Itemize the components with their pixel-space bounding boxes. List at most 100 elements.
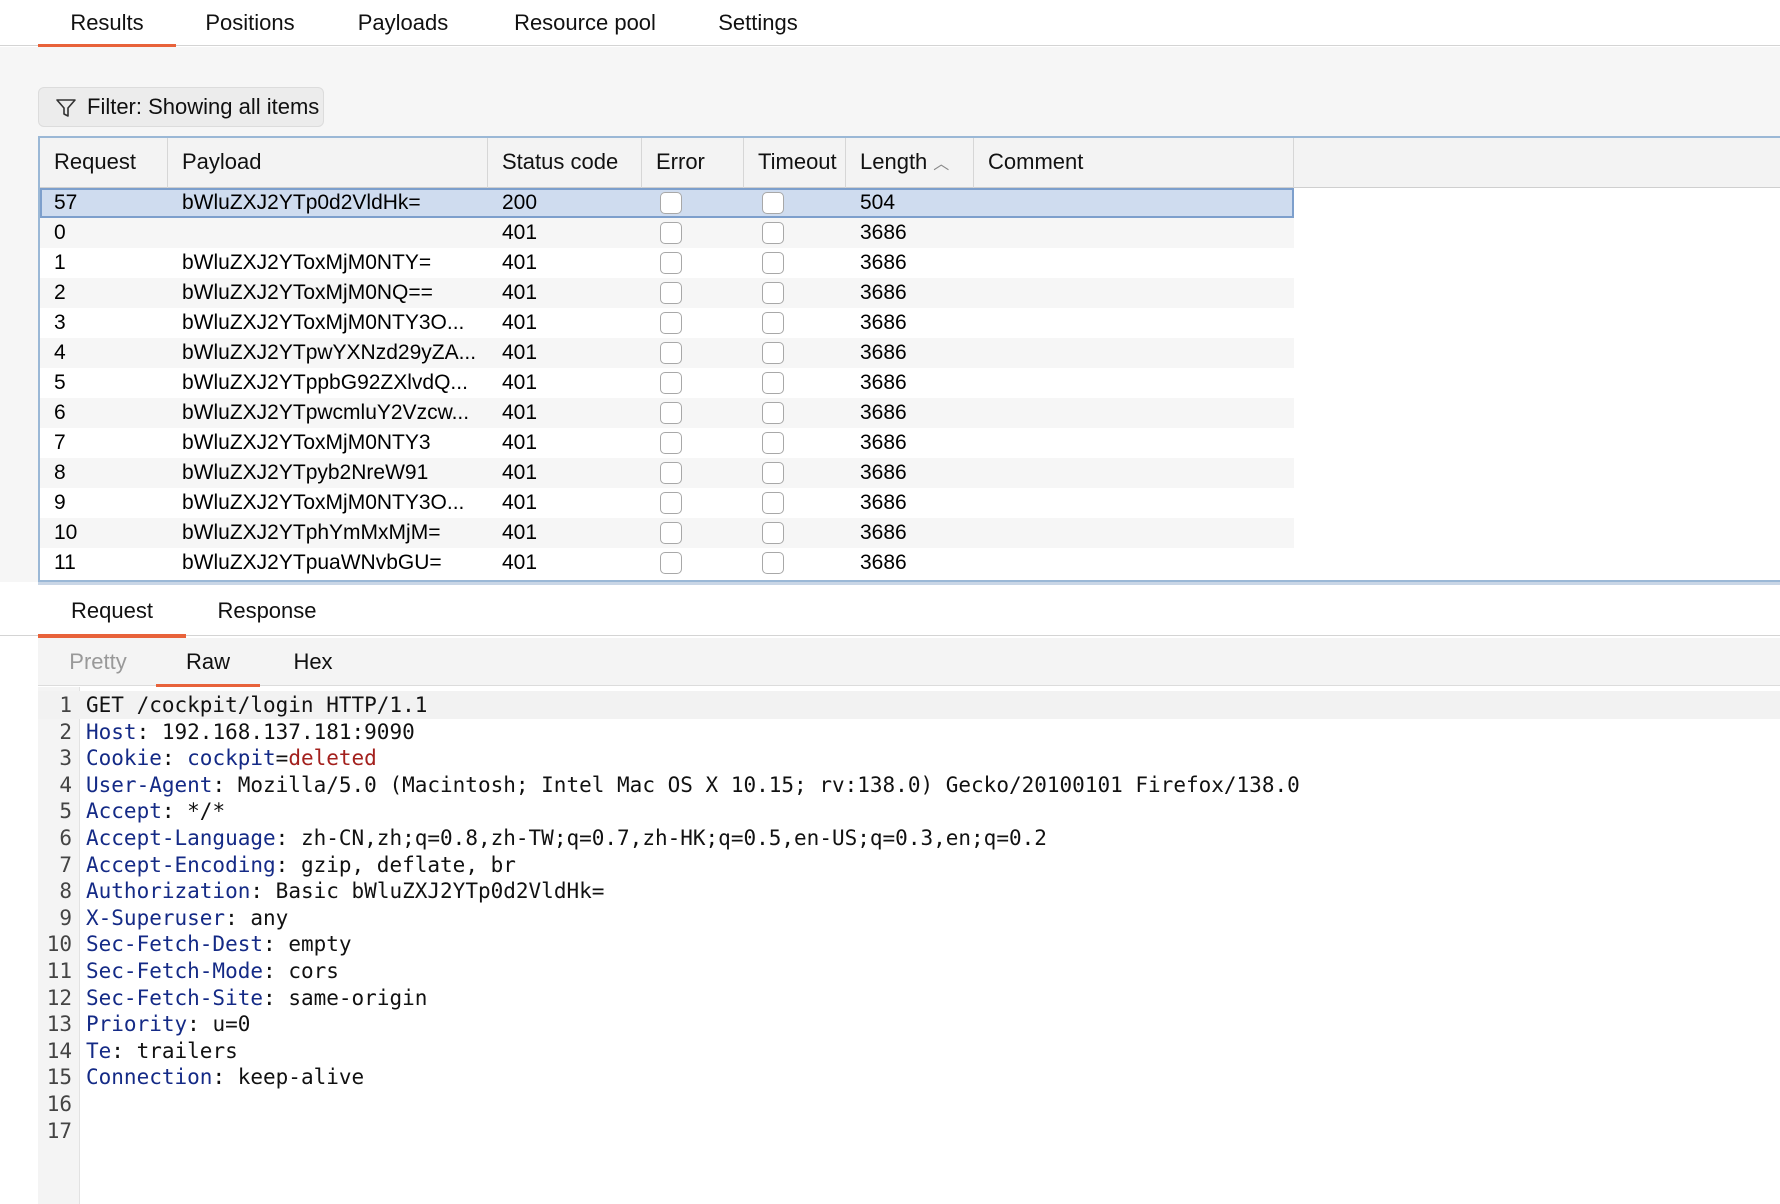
error-checkbox	[660, 192, 682, 214]
code-line: 14 Te: trailers	[38, 1037, 1780, 1065]
cell-length: 3686	[860, 341, 907, 364]
cell-request: 5	[54, 371, 66, 394]
table-row[interactable]: 2 bWluZXJ2YToxMjM0NQ== 401 3686	[40, 278, 1294, 308]
cell-request: 9	[54, 491, 66, 514]
code-line: 3 Cookie: cockpit=deleted	[38, 744, 1780, 772]
cell-status: 401	[502, 431, 538, 454]
header-name: Host	[86, 719, 137, 744]
cell-payload: bWluZXJ2YTpwYXNzd29yZA...	[182, 341, 477, 364]
cookie-value: deleted	[288, 746, 377, 771]
table-row[interactable]: 57 bWluZXJ2YTp0d2VldHk= 200 504	[40, 188, 1294, 218]
header-value: same-origin	[288, 985, 428, 1010]
column-comment[interactable]: Comment	[974, 138, 1294, 188]
code-text: Accept: */*	[86, 799, 226, 824]
table-row[interactable]: 9 bWluZXJ2YToxMjM0NTY3O... 401 3686	[40, 488, 1294, 518]
column-error[interactable]: Error	[642, 138, 744, 188]
cell-status: 401	[502, 221, 538, 244]
table-row[interactable]: 10 bWluZXJ2YTphYmMxMjM= 401 3686	[40, 518, 1294, 548]
line-number: 9	[59, 905, 72, 930]
header-name: Accept-Encoding	[86, 852, 276, 877]
error-checkbox	[660, 492, 682, 514]
cell-request: 1	[54, 251, 66, 274]
tab-positions[interactable]: Positions	[192, 0, 308, 46]
tab-settings[interactable]: Settings	[708, 0, 808, 46]
tab-results[interactable]: Results	[38, 0, 176, 48]
tab-payloads[interactable]: Payloads	[346, 0, 460, 46]
table-row[interactable]: 0 401 3686	[40, 218, 1294, 248]
header-value: u=0	[212, 1012, 251, 1037]
code-text: Cookie: cockpit=deleted	[86, 746, 377, 771]
cell-status: 200	[502, 191, 538, 214]
code-line: 13 Priority: u=0	[38, 1010, 1780, 1038]
table-row[interactable]: 3 bWluZXJ2YToxMjM0NTY3O... 401 3686	[40, 308, 1294, 338]
code-line: 10 Sec-Fetch-Dest: empty	[38, 930, 1780, 958]
table-row[interactable]: 6 bWluZXJ2YTpwcmluY2Vzcw... 401 3686	[40, 398, 1294, 428]
tab-pretty[interactable]: Pretty	[58, 638, 138, 686]
results-pane: Filter: Showing all items Request Payloa…	[0, 47, 1780, 582]
filter-button[interactable]: Filter: Showing all items	[38, 87, 324, 127]
column-request[interactable]: Request	[40, 138, 168, 188]
header-name: Cookie	[86, 746, 162, 771]
error-checkbox	[660, 432, 682, 454]
line-number: 1	[59, 693, 72, 717]
chevron-up-icon: ︿	[933, 156, 950, 173]
cell-payload: bWluZXJ2YToxMjM0NTY3O...	[182, 311, 465, 334]
cell-payload: bWluZXJ2YToxMjM0NTY=	[182, 251, 432, 274]
code-text: Accept-Language: zh-CN,zh;q=0.8,zh-TW;q=…	[86, 826, 1047, 850]
cell-status: 401	[502, 371, 538, 394]
tab-hex[interactable]: Hex	[278, 638, 348, 686]
cell-request: 7	[54, 431, 66, 454]
cell-comment	[974, 188, 988, 218]
code-line: 4 User-Agent: Mozilla/5.0 (Macintosh; Int…	[38, 771, 1780, 799]
cell-status: 401	[502, 341, 538, 364]
header-name: Sec-Fetch-Mode	[86, 959, 264, 983]
column-status-code[interactable]: Status code	[488, 138, 642, 188]
code-text: Connection: keep-alive	[86, 1065, 365, 1090]
timeout-checkbox	[762, 192, 784, 214]
tab-request[interactable]: Request	[38, 586, 186, 638]
cell-request: 3	[54, 311, 66, 334]
line-number: 7	[59, 852, 72, 877]
cell-comment	[974, 308, 988, 338]
request-editor[interactable]: 1 GET /cockpit/login HTTP/1.1 2 Host: 192.1…	[38, 687, 1780, 1204]
code-line: 9 X-Superuser: any	[38, 904, 1780, 932]
table-row[interactable]: 1 bWluZXJ2YToxMjM0NTY= 401 3686	[40, 248, 1294, 278]
top-tab-bar: Results Positions Payloads Resource pool…	[0, 0, 1780, 48]
table-row[interactable]: 8 bWluZXJ2YTpyb2NreW91 401 3686	[40, 458, 1294, 488]
column-payload[interactable]: Payload	[168, 138, 488, 188]
error-checkbox	[660, 282, 682, 304]
code-text: Sec-Fetch-Site: same-origin	[86, 985, 428, 1010]
error-checkbox	[660, 312, 682, 334]
line-number: 16	[46, 1092, 72, 1116]
table-row[interactable]: 11 bWluZXJ2YTpuaWNvbGU= 401 3686	[40, 548, 1294, 578]
cell-length: 3686	[860, 221, 907, 244]
cell-status: 401	[502, 281, 538, 304]
header-value: Basic bWluZXJ2YTp0d2VldHk=	[275, 879, 605, 904]
tab-resource-pool[interactable]: Resource pool	[500, 0, 670, 46]
cell-comment	[974, 488, 988, 518]
cell-comment	[974, 428, 988, 458]
error-checkbox	[660, 462, 682, 484]
table-row[interactable]: 7 bWluZXJ2YToxMjM0NTY3 401 3686	[40, 428, 1294, 458]
code-line: 5 Accept: */*	[38, 797, 1780, 825]
cell-request: 0	[54, 221, 66, 244]
column-timeout[interactable]: Timeout	[744, 138, 846, 188]
code-text: Authorization: Basic bWluZXJ2YTp0d2VldHk…	[86, 879, 605, 904]
tab-raw[interactable]: Raw	[156, 638, 260, 688]
message-tab-bar: Request Response	[0, 586, 1780, 638]
line-number: 3	[59, 746, 72, 771]
cell-comment	[974, 218, 988, 248]
tab-response[interactable]: Response	[204, 586, 330, 636]
table-row[interactable]: 4 bWluZXJ2YTpwYXNzd29yZA... 401 3686	[40, 338, 1294, 368]
cell-payload: bWluZXJ2YTpyb2NreW91	[182, 461, 429, 484]
cell-comment	[974, 398, 988, 428]
code-line: 12 Sec-Fetch-Site: same-origin	[38, 984, 1780, 1012]
code-line: 17	[38, 1117, 1780, 1145]
results-table: Request Payload Status code Error Timeou…	[38, 136, 1780, 582]
table-row[interactable]: 5 bWluZXJ2YTppbG92ZXlvdQ... 401 3686	[40, 368, 1294, 398]
column-length[interactable]: Length ︿	[846, 138, 974, 188]
line-number: 4	[59, 772, 72, 797]
pane-divider[interactable]	[38, 582, 1780, 585]
timeout-checkbox	[762, 432, 784, 454]
timeout-checkbox	[762, 372, 784, 394]
